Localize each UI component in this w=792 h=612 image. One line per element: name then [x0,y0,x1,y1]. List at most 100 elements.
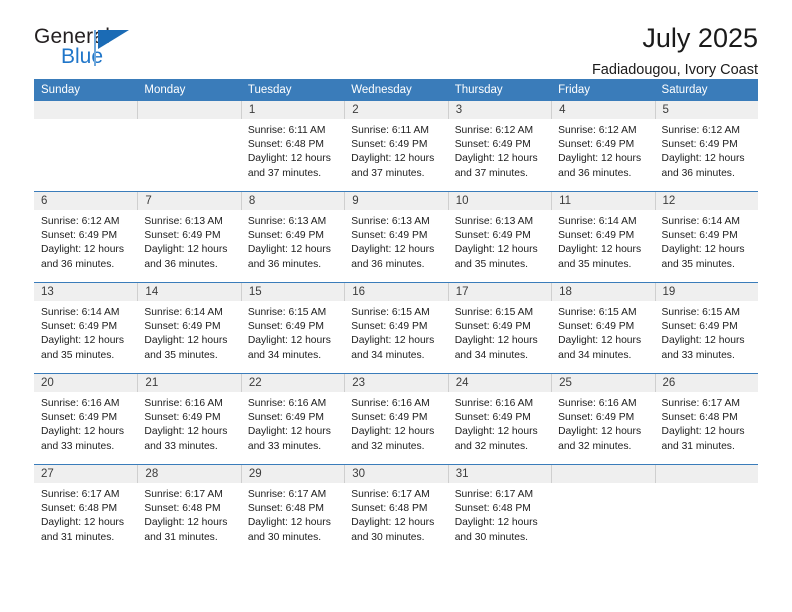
daylight-text-line1: Daylight: 12 hours [351,153,435,165]
sunrise-text: Sunrise: 6:16 AM [144,398,223,409]
calendar-day-cell[interactable]: 22 Sunrise: 6:16 AM Sunset: 6:49 PM Dayligh… [240,373,345,465]
daylight-text-line1: Daylight: 12 hours [144,335,228,347]
calendar-day-cell[interactable]: 20 Sunrise: 6:16 AM Sunset: 6:49 PM Dayligh… [34,373,138,465]
daylight-text-line2: and 36 minutes. [558,167,632,179]
sunrise-text: Sunrise: 6:12 AM [558,125,637,136]
sunrise-text: Sunrise: 6:12 AM [454,125,534,136]
calendar-day-cell[interactable]: 18 Sunrise: 6:15 AM Sunset: 6:49 PM Dayligh… [551,282,655,374]
daylight-text-line2: and 35 minutes. [661,258,735,270]
weekday-header-wednesday: Wednesday [344,79,448,101]
daylight-text-line2: and 36 minutes. [661,167,735,179]
daylight-text-line1: Daylight: 12 hours [558,335,642,347]
daylight-text-line2: and 30 minutes. [351,531,425,543]
sunrise-text: Sunrise: 6:15 AM [351,307,430,318]
general-blue-logo[interactable]: General Blue [34,26,234,78]
calendar-day-cell[interactable]: 25 Sunrise: 6:16 AM Sunset: 6:49 PM Dayligh… [551,373,655,465]
calendar-day-cell[interactable]: 19 Sunrise: 6:15 AM Sunset: 6:49 PM Dayligh… [654,282,758,374]
calendar-day-cell[interactable]: 5 Sunrise: 6:12 AM Sunset: 6:49 PM Daylight… [654,101,758,192]
daylight-text-line1: Daylight: 12 hours [558,244,642,256]
calendar-day-cell[interactable]: 15 Sunrise: 6:15 AM Sunset: 6:49 PM Dayligh… [240,282,345,374]
day-cell-inner: 22 Sunrise: 6:16 AM Sunset: 6:49 PM Dayligh… [240,374,345,464]
sunrise-text: Sunrise: 6:11 AM [247,125,326,136]
day-cell-inner [654,465,758,555]
sunset-text: Sunset: 6:49 PM [144,412,221,424]
day-number: 1 [240,101,345,119]
daylight-text-line1: Daylight: 12 hours [247,335,331,347]
day-number: 6 [34,192,138,210]
day-cell-inner [551,465,655,555]
daylight-text-line2: and 35 minutes. [144,349,218,361]
calendar-day-cell[interactable]: 11 Sunrise: 6:14 AM Sunset: 6:49 PM Dayligh… [551,191,655,283]
sunset-text: Sunset: 6:49 PM [454,412,531,424]
calendar-day-cell-empty [654,464,758,555]
day-number: 14 [137,283,241,301]
calendar-page: General Blue July 2025 Fadiadougou, Ivor… [0,0,792,612]
calendar-day-cell[interactable]: 6 Sunrise: 6:12 AM Sunset: 6:49 PM Daylight… [34,191,138,283]
daylight-text-line1: Daylight: 12 hours [454,426,538,438]
sunrise-text: Sunrise: 6:16 AM [41,398,120,409]
sunset-text: Sunset: 6:49 PM [144,321,221,333]
calendar-day-cell[interactable]: 13 Sunrise: 6:14 AM Sunset: 6:49 PM Dayligh… [34,282,138,374]
calendar-day-cell[interactable]: 29 Sunrise: 6:17 AM Sunset: 6:48 PM Dayligh… [240,464,345,555]
day-number: 9 [344,192,448,210]
calendar-day-cell[interactable]: 4 Sunrise: 6:12 AM Sunset: 6:49 PM Daylight… [551,101,655,192]
daylight-text-line1: Daylight: 12 hours [454,517,538,529]
calendar-day-cell[interactable]: 17 Sunrise: 6:15 AM Sunset: 6:49 PM Dayligh… [447,282,552,374]
day-details: Sunrise: 6:11 AM Sunset: 6:48 PM Daylight:… [241,119,344,181]
calendar-day-cell[interactable]: 10 Sunrise: 6:13 AM Sunset: 6:49 PM Dayligh… [447,191,552,283]
sunrise-text: Sunrise: 6:17 AM [41,489,120,500]
sunrise-text: Sunrise: 6:15 AM [247,307,327,318]
calendar-day-cell[interactable]: 23 Sunrise: 6:16 AM Sunset: 6:49 PM Dayligh… [344,373,448,465]
sunset-text: Sunset: 6:48 PM [351,503,428,515]
logo-triangle-icon [98,30,129,49]
logo-text-blue: Blue [61,45,104,68]
daylight-text-line2: and 32 minutes. [454,440,528,452]
day-cell-inner: 29 Sunrise: 6:17 AM Sunset: 6:48 PM Dayligh… [240,465,345,555]
daylight-text-line1: Daylight: 12 hours [41,244,124,256]
calendar-day-cell[interactable]: 24 Sunrise: 6:16 AM Sunset: 6:49 PM Dayligh… [447,373,552,465]
day-cell-inner: 3 Sunrise: 6:12 AM Sunset: 6:49 PM Daylight… [447,101,552,191]
sunrise-text: Sunrise: 6:14 AM [661,216,740,227]
calendar-day-cell[interactable]: 8 Sunrise: 6:13 AM Sunset: 6:49 PM Daylight… [240,191,345,283]
day-details: Sunrise: 6:17 AM Sunset: 6:48 PM Daylight:… [241,483,344,545]
daylight-text-line1: Daylight: 12 hours [41,517,124,529]
sunrise-text: Sunrise: 6:17 AM [351,489,430,500]
calendar-day-cell[interactable]: 12 Sunrise: 6:14 AM Sunset: 6:49 PM Dayligh… [654,191,758,283]
daylight-text-line1: Daylight: 12 hours [351,335,435,347]
sunset-text: Sunset: 6:49 PM [661,321,738,333]
daylight-text-line1: Daylight: 12 hours [144,517,228,529]
sunrise-text: Sunrise: 6:17 AM [661,398,740,409]
calendar-day-cell[interactable]: 16 Sunrise: 6:15 AM Sunset: 6:49 PM Dayligh… [344,282,448,374]
calendar-day-cell[interactable]: 2 Sunrise: 6:11 AM Sunset: 6:49 PM Daylight… [344,101,448,192]
calendar-day-cell[interactable]: 21 Sunrise: 6:16 AM Sunset: 6:49 PM Dayligh… [137,373,241,465]
day-cell-inner: 7 Sunrise: 6:13 AM Sunset: 6:49 PM Daylight… [137,192,241,282]
page-title: July 2025 [642,23,758,53]
calendar-day-cell[interactable]: 28 Sunrise: 6:17 AM Sunset: 6:48 PM Dayligh… [137,464,241,555]
day-number: 13 [34,283,138,301]
calendar-day-cell[interactable]: 30 Sunrise: 6:17 AM Sunset: 6:48 PM Dayligh… [344,464,448,555]
day-details: Sunrise: 6:15 AM Sunset: 6:49 PM Daylight:… [241,301,344,363]
calendar-day-cell[interactable]: 1 Sunrise: 6:11 AM Sunset: 6:48 PM Daylight… [240,101,345,192]
sunrise-text: Sunrise: 6:17 AM [144,489,223,500]
calendar-day-cell[interactable]: 27 Sunrise: 6:17 AM Sunset: 6:48 PM Dayligh… [34,464,138,555]
sunrise-text: Sunrise: 6:14 AM [41,307,120,318]
day-details: Sunrise: 6:15 AM Sunset: 6:49 PM Daylight:… [655,301,758,363]
sunset-text: Sunset: 6:49 PM [144,230,221,242]
calendar-day-cell[interactable]: 26 Sunrise: 6:17 AM Sunset: 6:48 PM Dayligh… [654,373,758,465]
day-number: 23 [344,374,448,392]
daylight-text-line1: Daylight: 12 hours [454,244,538,256]
sunset-text: Sunset: 6:49 PM [351,412,428,424]
day-number: 16 [344,283,448,301]
calendar-day-cell[interactable]: 14 Sunrise: 6:14 AM Sunset: 6:49 PM Dayligh… [137,282,241,374]
calendar-day-cell[interactable]: 3 Sunrise: 6:12 AM Sunset: 6:49 PM Daylight… [447,101,552,192]
calendar-day-cell[interactable]: 7 Sunrise: 6:13 AM Sunset: 6:49 PM Daylight… [137,191,241,283]
day-number [34,101,138,119]
sunrise-text: Sunrise: 6:13 AM [454,216,534,227]
day-details: Sunrise: 6:13 AM Sunset: 6:49 PM Daylight:… [241,210,344,272]
day-number: 30 [344,465,448,483]
calendar-day-cell[interactable]: 9 Sunrise: 6:13 AM Sunset: 6:49 PM Daylight… [344,191,448,283]
day-details: Sunrise: 6:14 AM Sunset: 6:49 PM Daylight:… [34,301,137,363]
sunset-text: Sunset: 6:49 PM [351,139,428,151]
calendar-day-cell[interactable]: 31 Sunrise: 6:17 AM Sunset: 6:48 PM Dayligh… [447,464,552,555]
sunset-text: Sunset: 6:49 PM [454,321,531,333]
